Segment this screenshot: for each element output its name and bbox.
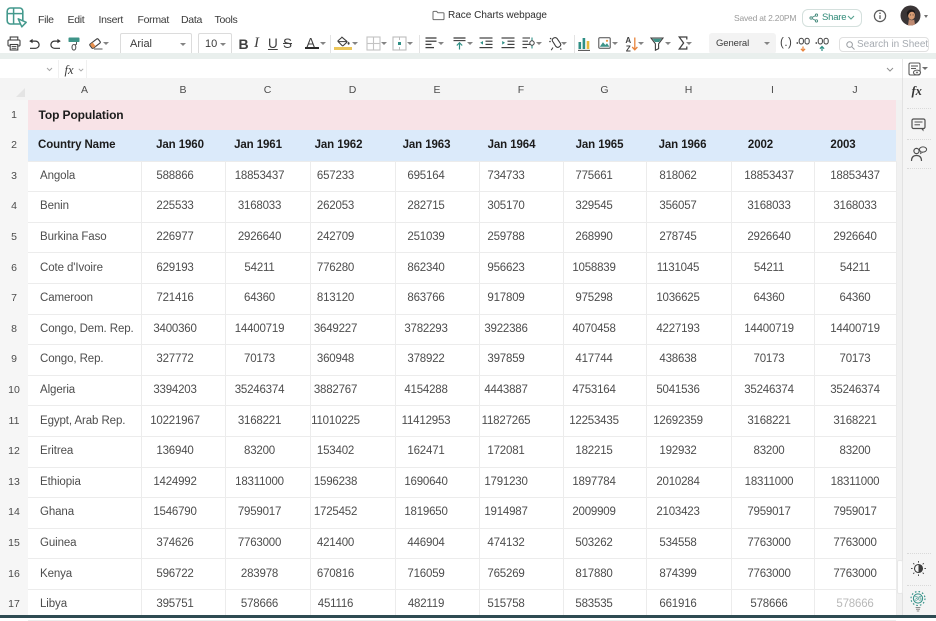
svg-text:Z: Z [626,44,631,52]
svg-text:36: 36 [914,596,922,603]
